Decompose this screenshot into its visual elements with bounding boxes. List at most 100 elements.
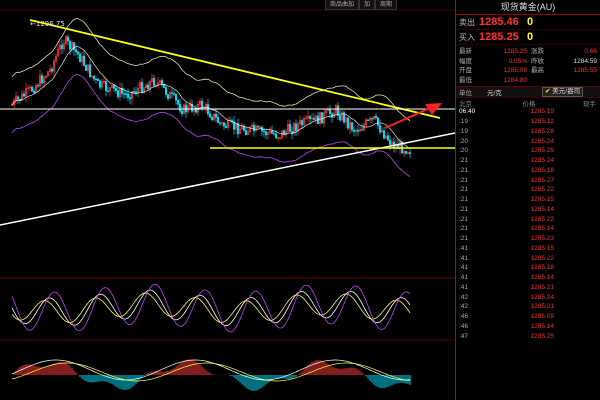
tick-price: 1285.14 bbox=[530, 225, 555, 233]
tick-price: 1285.22 bbox=[530, 215, 555, 223]
stats-grid: 最新 1285.25 涨跌 0.66 幅度 0.05% 昨收 1284.59 开… bbox=[456, 45, 600, 87]
stat-key: 幅度 bbox=[459, 57, 472, 65]
tick-time: :21 bbox=[459, 205, 469, 213]
tick-row: :41 1285.21 bbox=[456, 283, 600, 293]
candle-body bbox=[389, 139, 391, 145]
stat-key: 最高 bbox=[531, 67, 544, 74]
tick-row: :41 1285.18 bbox=[456, 263, 600, 273]
candle-body bbox=[67, 36, 69, 42]
candle-body bbox=[181, 110, 183, 115]
candle-body bbox=[99, 80, 101, 88]
tick-time: :20 bbox=[459, 137, 469, 145]
tick-row: 06:40 1285.19 bbox=[456, 107, 600, 117]
candle-body bbox=[347, 117, 349, 129]
buy-row[interactable]: 买入 1285.25 0 bbox=[456, 30, 600, 45]
sell-label: 卖出 bbox=[459, 17, 475, 27]
sell-row[interactable]: 卖出 1285.46 0 bbox=[456, 15, 600, 30]
candle-body bbox=[95, 78, 97, 81]
candle-body bbox=[301, 120, 303, 126]
tick-time: :46 bbox=[459, 313, 469, 321]
tick-time: 06:40 bbox=[459, 108, 476, 116]
tick-price: 1285.24 bbox=[530, 157, 555, 165]
tick-time: :21 bbox=[459, 176, 469, 184]
candle-body bbox=[171, 92, 173, 94]
candle-body bbox=[383, 130, 385, 139]
candle-body bbox=[85, 65, 87, 71]
tick-price: 1285.28 bbox=[530, 127, 555, 135]
stat-value: 1284.80 bbox=[503, 76, 528, 84]
tick-time: :21 bbox=[459, 157, 469, 165]
candle-body bbox=[211, 117, 213, 120]
quote-panel: 现货黄金(AU) 卖出 1285.46 0 买入 1285.25 0 最新 12… bbox=[455, 0, 600, 400]
candle-body bbox=[329, 108, 331, 115]
stat-value: 1285.08 bbox=[503, 67, 528, 74]
sell-price: 1285.46 bbox=[479, 16, 519, 28]
candle-body bbox=[31, 86, 33, 92]
candle-body bbox=[73, 42, 75, 50]
unit-toggle[interactable]: ✔ 美元/盎司 bbox=[542, 87, 584, 97]
tick-price: 1285.14 bbox=[530, 322, 555, 330]
stat-key: 昨收 bbox=[531, 57, 544, 65]
toolbar-button-period[interactable]: 周期 bbox=[375, 0, 398, 10]
candle-body bbox=[253, 124, 255, 132]
tick-row: :47 1285.25 bbox=[456, 331, 600, 341]
tick-price: 1285.22 bbox=[530, 186, 555, 194]
tick-row: :46 1285.09 bbox=[456, 312, 600, 322]
candle-body bbox=[339, 115, 341, 121]
kline-chart[interactable]: ←1296.75 商品曲加 加 周期 bbox=[0, 0, 455, 400]
candle-body bbox=[273, 133, 275, 135]
resistance-trendline bbox=[29, 19, 441, 119]
tick-price: 1285.29 bbox=[530, 147, 555, 155]
candle-body bbox=[377, 117, 379, 126]
chart-canvas[interactable]: ←1296.75 bbox=[0, 0, 455, 400]
buy-qty: 0 bbox=[527, 31, 534, 43]
candle-body bbox=[175, 94, 177, 101]
candle-body bbox=[147, 84, 149, 90]
tick-row: :20 1285.24 bbox=[456, 136, 600, 146]
tick-row: :42 1285.24 bbox=[456, 292, 600, 302]
candle-body bbox=[405, 151, 407, 154]
tick-time: :21 bbox=[459, 225, 469, 233]
ticks-list[interactable]: 06:40 1285.19:19 1285.12:19 1285.28:20 1285.… bbox=[456, 107, 600, 341]
stat-value: 1285.25 bbox=[503, 48, 528, 55]
candle-body bbox=[17, 96, 19, 100]
candle-body bbox=[351, 122, 353, 131]
tick-time: :41 bbox=[459, 254, 469, 262]
candle-body bbox=[313, 117, 315, 120]
tick-price: 1285.23 bbox=[530, 235, 555, 243]
tick-row: :42 1285.21 bbox=[456, 302, 600, 312]
candle-body bbox=[263, 130, 265, 133]
toolbar-button-2[interactable]: 加 bbox=[359, 0, 376, 10]
tick-price: 1285.21 bbox=[530, 283, 555, 291]
stat-value: 0.66 bbox=[584, 48, 597, 55]
tick-price: 1285.27 bbox=[530, 176, 555, 184]
candle-body bbox=[201, 100, 203, 109]
sell-qty: 0 bbox=[527, 16, 534, 28]
tick-time: :41 bbox=[459, 264, 469, 272]
candle-body bbox=[89, 64, 91, 78]
tick-price: 1285.21 bbox=[530, 303, 555, 311]
tick-price: 1285.14 bbox=[530, 274, 555, 282]
tick-row: :21 1285.18 bbox=[456, 166, 600, 176]
tick-row: :19 1285.12 bbox=[456, 117, 600, 127]
candle-body bbox=[117, 90, 119, 98]
candle-body bbox=[233, 121, 235, 130]
candle-body bbox=[265, 131, 267, 136]
tick-row: :21 1285.22 bbox=[456, 185, 600, 195]
tick-price: 1285.24 bbox=[530, 293, 555, 301]
candle-body bbox=[173, 93, 175, 95]
candle-body bbox=[375, 115, 377, 119]
candle-body bbox=[115, 88, 117, 91]
col-time: 北京 bbox=[459, 101, 472, 108]
toolbar-button-1[interactable]: 商品曲加 bbox=[325, 0, 360, 10]
candle-body bbox=[225, 126, 227, 128]
tick-row: :21 1285.22 bbox=[456, 214, 600, 224]
stat-key: 最新 bbox=[459, 48, 472, 55]
candle-body bbox=[271, 130, 273, 134]
tick-price: 1285.19 bbox=[530, 108, 555, 116]
tick-time: :21 bbox=[459, 166, 469, 174]
tick-row: :46 1285.14 bbox=[456, 322, 600, 332]
buy-price: 1285.25 bbox=[479, 31, 519, 43]
stat-value: 1285.55 bbox=[573, 67, 598, 74]
tick-price: 1285.24 bbox=[530, 137, 555, 145]
